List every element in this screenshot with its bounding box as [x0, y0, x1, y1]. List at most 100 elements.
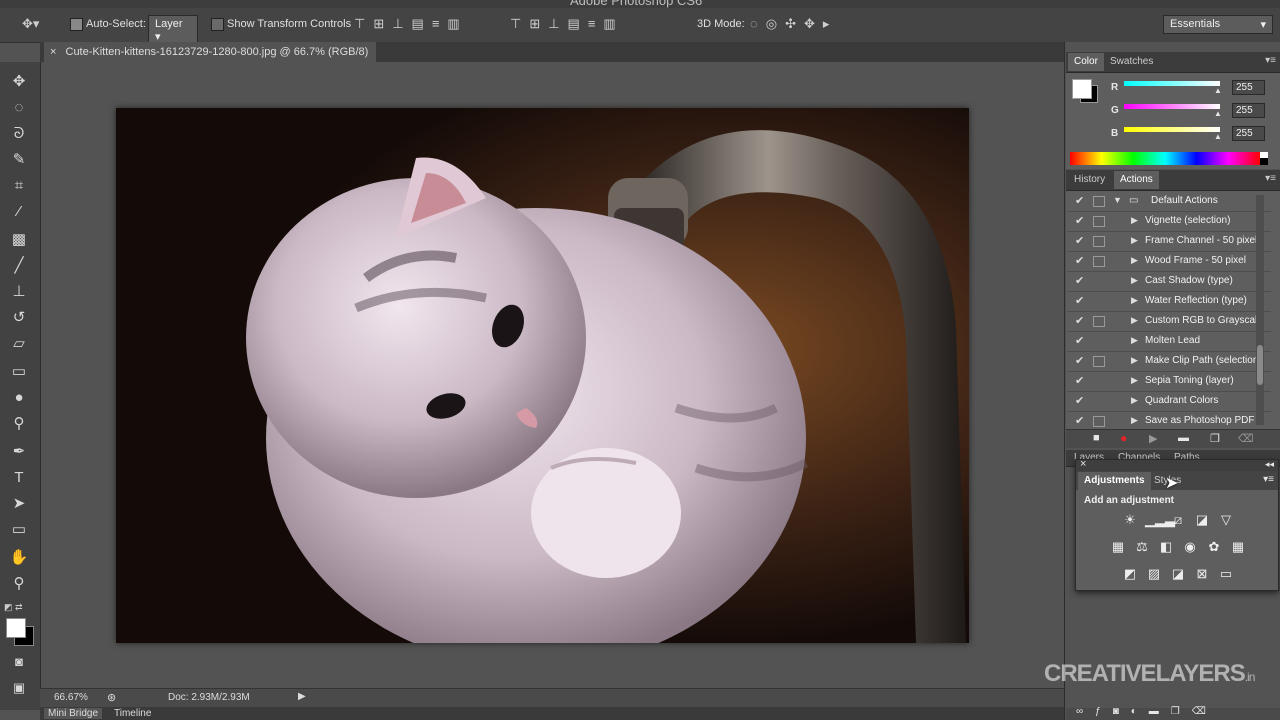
status-preview-icon[interactable]: ⊛	[107, 691, 116, 704]
action-item[interactable]: ✔ ▶ Wood Frame - 50 pixel	[1067, 251, 1271, 272]
type-tool-icon[interactable]: T	[6, 466, 32, 490]
dialog-toggle-icon[interactable]	[1093, 236, 1105, 247]
eraser-tool-icon[interactable]: ▱	[6, 332, 32, 356]
dialog-toggle-icon[interactable]	[1093, 356, 1105, 367]
dialog-toggle-icon[interactable]	[1093, 316, 1105, 327]
gradient-map-icon[interactable]: ▭	[1217, 565, 1235, 583]
actions-scroll-thumb[interactable]	[1257, 345, 1263, 385]
expand-action-icon[interactable]: ▶	[1131, 335, 1138, 346]
dialog-toggle-icon[interactable]	[1093, 376, 1105, 387]
dialog-toggle-icon[interactable]	[1093, 256, 1105, 267]
expand-action-icon[interactable]: ▶	[1131, 255, 1138, 266]
channel-b-slider[interactable]	[1124, 127, 1220, 132]
curves-icon[interactable]: ⧄	[1169, 511, 1187, 529]
3d-mode-icons[interactable]: ◌◎✣✥▸	[750, 16, 837, 32]
move-tool-preset-icon[interactable]: ✥▾	[22, 16, 39, 32]
action-toggle-check-icon[interactable]: ✔	[1075, 254, 1084, 267]
action-toggle-check-icon[interactable]: ✔	[1075, 354, 1084, 367]
brightness-contrast-icon[interactable]: ☀	[1121, 511, 1139, 529]
action-toggle-check-icon[interactable]: ✔	[1075, 214, 1084, 227]
action-toggle-check-icon[interactable]: ✔	[1075, 274, 1084, 287]
actions-scrollbar[interactable]	[1256, 195, 1264, 425]
tab-timeline[interactable]: Timeline	[114, 708, 151, 719]
expand-action-icon[interactable]: ▶	[1131, 295, 1138, 306]
dialog-toggle-icon[interactable]	[1093, 276, 1105, 287]
ramp-black-chip[interactable]	[1260, 158, 1268, 165]
action-toggle-check-icon[interactable]: ✔	[1075, 414, 1084, 427]
action-set-row[interactable]: ✔ ▼ ▭ Default Actions	[1067, 191, 1271, 212]
action-toggle-check-icon[interactable]: ✔	[1075, 194, 1084, 207]
action-toggle-check-icon[interactable]: ✔	[1075, 294, 1084, 307]
delete-action-icon[interactable]: ⌫	[1238, 432, 1254, 445]
tab-color[interactable]: Color	[1068, 53, 1104, 71]
dialog-toggle-icon[interactable]	[1093, 196, 1105, 207]
dialog-toggle-icon[interactable]	[1093, 296, 1105, 307]
exposure-icon[interactable]: ◪	[1193, 511, 1211, 529]
blur-tool-icon[interactable]: ●	[6, 386, 32, 410]
action-toggle-check-icon[interactable]: ✔	[1075, 314, 1084, 327]
action-toggle-check-icon[interactable]: ✔	[1075, 394, 1084, 407]
dialog-toggle-icon[interactable]	[1093, 336, 1105, 347]
color-lookup-icon[interactable]: ▦	[1229, 538, 1247, 556]
action-item[interactable]: ✔ ▶ Frame Channel - 50 pixel	[1067, 231, 1271, 252]
eyedropper-tool-icon[interactable]: ⁄	[6, 200, 32, 224]
action-item[interactable]: ✔ ▶ Vignette (selection)	[1067, 211, 1271, 232]
tab-swatches[interactable]: Swatches	[1104, 53, 1159, 71]
action-item[interactable]: ✔ ▶ Custom RGB to Grayscale	[1067, 311, 1271, 332]
threshold-icon[interactable]: ◪	[1169, 565, 1187, 583]
dodge-tool-icon[interactable]: ⚲	[6, 412, 32, 436]
healing-brush-tool-icon[interactable]: ▩	[6, 228, 32, 252]
expand-action-icon[interactable]: ▶	[1131, 395, 1138, 406]
expand-action-icon[interactable]: ▶	[1131, 315, 1138, 326]
expand-action-icon[interactable]: ▶	[1131, 355, 1138, 366]
stop-playing-icon[interactable]: ■	[1093, 432, 1100, 444]
default-colors-icon[interactable]: ◩ ⇄	[4, 602, 23, 613]
gradient-tool-icon[interactable]: ▭	[6, 360, 32, 384]
close-tab-icon[interactable]: ×	[50, 46, 56, 58]
lasso-tool-icon[interactable]: ᘐ	[6, 122, 32, 146]
expand-action-icon[interactable]: ▶	[1131, 215, 1138, 226]
crop-tool-icon[interactable]: ⌗	[6, 174, 32, 198]
hue-saturation-icon[interactable]: ▦	[1109, 538, 1127, 556]
fg-color-chip[interactable]	[1072, 79, 1092, 99]
color-balance-icon[interactable]: ⚖	[1133, 538, 1151, 556]
new-set-icon[interactable]: ▬	[1178, 432, 1189, 444]
action-item[interactable]: ✔ ▶ Molten Lead	[1067, 331, 1271, 352]
dialog-toggle-icon[interactable]	[1093, 216, 1105, 227]
distribute-buttons-icon[interactable]: ⊤⊞⊥▤≡▥	[510, 16, 624, 32]
hand-tool-icon[interactable]: ✋	[6, 546, 32, 570]
photo-filter-icon[interactable]: ◉	[1181, 538, 1199, 556]
document-tab[interactable]: × Cute-Kitten-kittens-16123729-1280-800.…	[44, 42, 377, 62]
quick-selection-tool-icon[interactable]: ✎	[6, 148, 32, 172]
channel-g-handle-icon[interactable]: ▲	[1214, 109, 1222, 118]
action-item[interactable]: ✔ ▶ Sepia Toning (layer)	[1067, 371, 1271, 392]
brush-tool-icon[interactable]: ╱	[6, 254, 32, 278]
channel-r-value[interactable]: 255	[1232, 80, 1265, 95]
show-transform-checkbox[interactable]	[211, 18, 224, 31]
tab-mini-bridge[interactable]: Mini Bridge	[44, 708, 103, 719]
expand-action-icon[interactable]: ▶	[1131, 275, 1138, 286]
align-buttons-icon[interactable]: ⊤⊞⊥▤≡▥	[354, 16, 468, 32]
adjustments-menu-icon[interactable]: ▾≡	[1263, 474, 1274, 485]
action-item[interactable]: ✔ ▶ Cast Shadow (type)	[1067, 271, 1271, 292]
selective-color-icon[interactable]: ⊠	[1193, 565, 1211, 583]
channel-b-handle-icon[interactable]: ▲	[1214, 132, 1222, 141]
action-item[interactable]: ✔ ▶ Quadrant Colors	[1067, 391, 1271, 412]
posterize-icon[interactable]: ▨	[1145, 565, 1163, 583]
expand-action-icon[interactable]: ▶	[1131, 375, 1138, 386]
action-item[interactable]: ✔ ▶ Make Clip Path (selection)	[1067, 351, 1271, 372]
marquee-tool-icon[interactable]: ◌	[6, 96, 32, 120]
channel-r-slider[interactable]	[1124, 81, 1220, 86]
new-action-icon[interactable]: ❐	[1210, 432, 1220, 445]
action-toggle-check-icon[interactable]: ✔	[1075, 334, 1084, 347]
screen-mode-icon[interactable]: ▣	[6, 676, 32, 700]
adjustments-titlebar[interactable]: × ◂◂	[1076, 458, 1278, 471]
expand-set-icon[interactable]: ▼	[1113, 195, 1122, 205]
collapse-panel-icon[interactable]: ◂◂	[1265, 459, 1274, 470]
layers-footer-icons[interactable]: ∞ƒ◙◐▬❐⌫	[1076, 706, 1218, 717]
action-toggle-check-icon[interactable]: ✔	[1075, 234, 1084, 247]
channel-r-handle-icon[interactable]: ▲	[1214, 86, 1222, 95]
move-tool-icon[interactable]: ✥	[6, 70, 32, 94]
document-canvas[interactable]	[116, 108, 969, 643]
history-brush-tool-icon[interactable]: ↺	[6, 306, 32, 330]
